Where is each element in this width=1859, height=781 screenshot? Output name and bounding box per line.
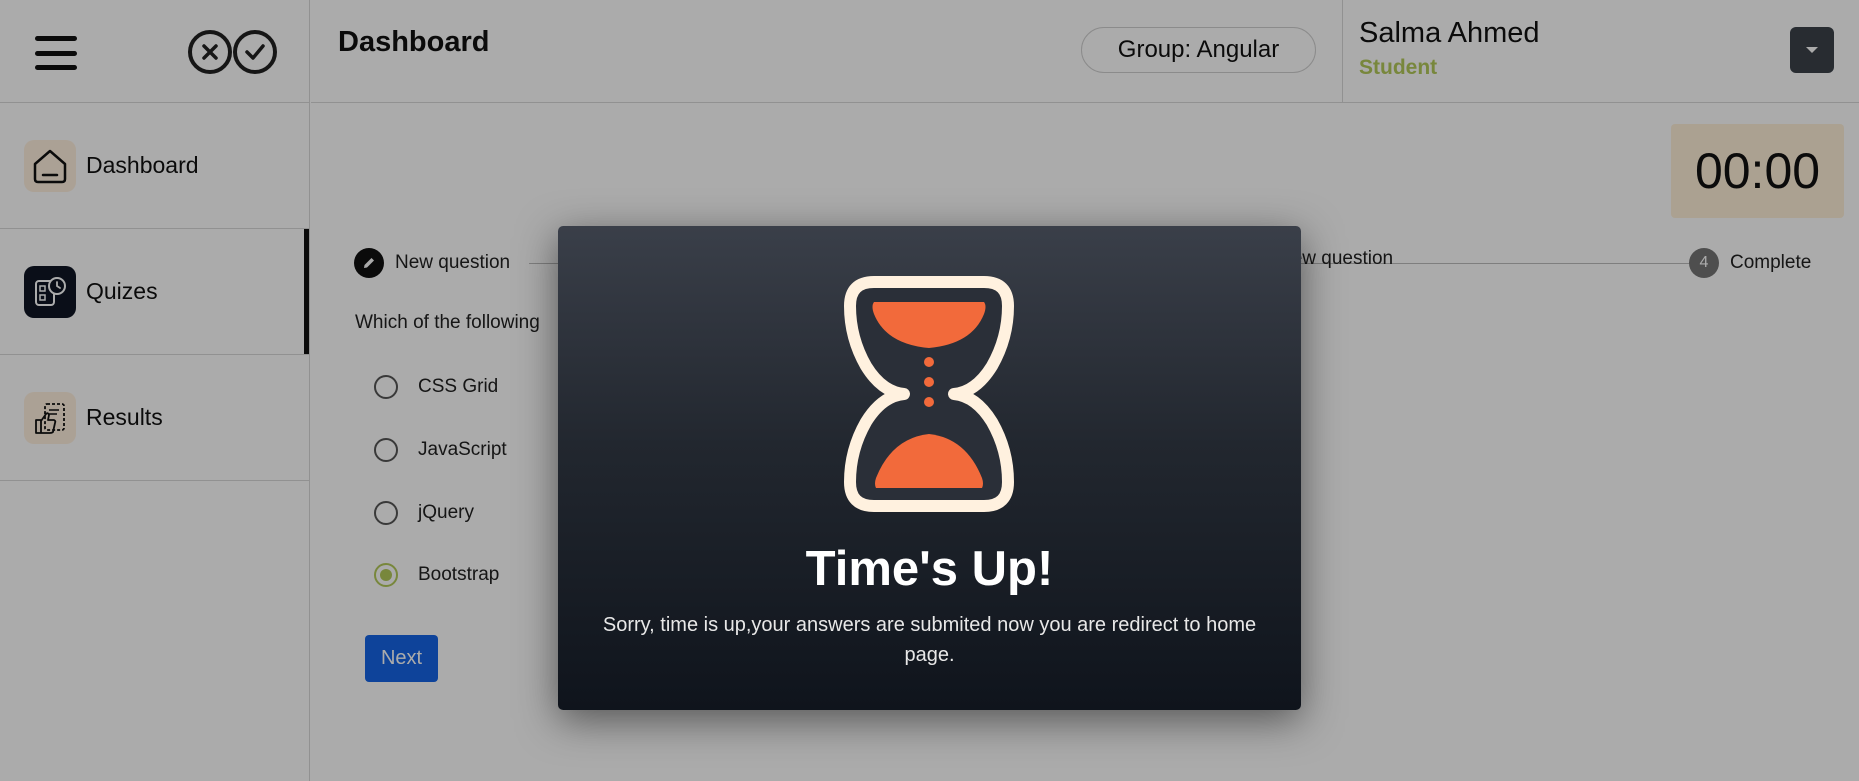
times-up-modal: Time's Up! Sorry, time is up,your answer… bbox=[558, 226, 1301, 710]
hourglass-icon bbox=[844, 276, 1014, 512]
modal-message: Sorry, time is up,your answers are submi… bbox=[602, 614, 1257, 666]
modal-title: Time's Up! bbox=[805, 542, 1054, 596]
